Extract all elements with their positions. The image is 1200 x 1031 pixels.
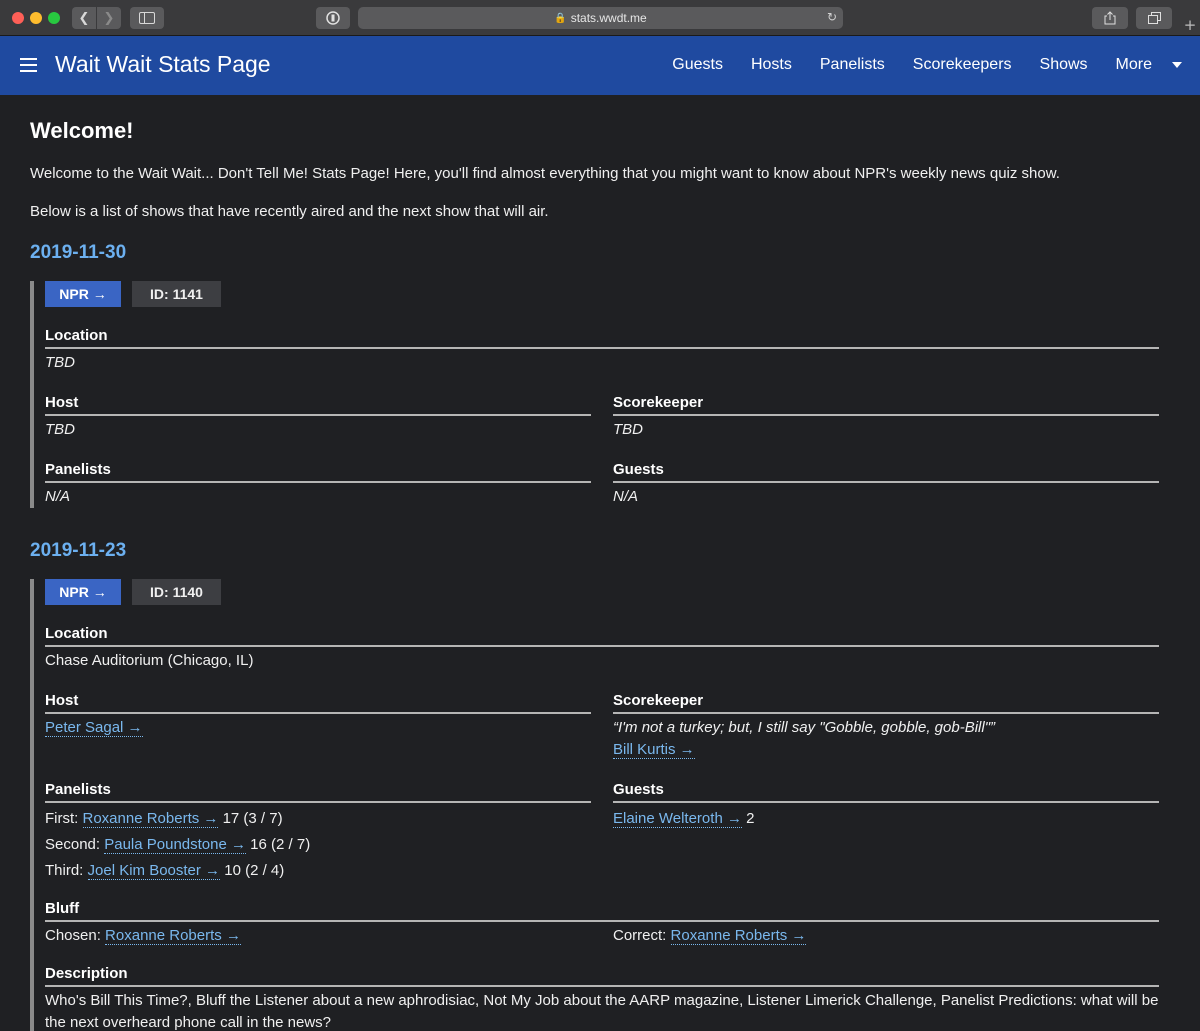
- nav-scorekeepers[interactable]: Scorekeepers: [913, 56, 1012, 74]
- minimize-window-button[interactable]: [30, 12, 42, 24]
- nav-hosts[interactable]: Hosts: [751, 56, 792, 74]
- guest-link[interactable]: Elaine Welteroth →: [613, 810, 742, 828]
- lock-icon: 🔒: [554, 12, 567, 24]
- privacy-button[interactable]: [316, 7, 350, 29]
- panelist-place: Second:: [45, 836, 101, 853]
- panelist-place: First:: [45, 810, 79, 827]
- close-window-button[interactable]: [12, 12, 24, 24]
- bluff-correct-link[interactable]: Roxanne Roberts →: [670, 927, 807, 945]
- npr-link-button[interactable]: NPR →: [45, 579, 121, 605]
- host-link[interactable]: Peter Sagal →: [45, 719, 143, 737]
- nav-guests[interactable]: Guests: [672, 56, 723, 74]
- reload-icon[interactable]: ↻: [827, 10, 837, 24]
- panelists-label: Panelists: [45, 781, 591, 803]
- panelists-value: N/A: [45, 488, 71, 505]
- back-button[interactable]: ❮: [72, 7, 96, 29]
- sidebar-icon: [139, 12, 155, 24]
- chevron-right-icon: ❯: [103, 10, 115, 26]
- guest-row: Elaine Welteroth → 2: [613, 806, 1159, 832]
- nav-links: Guests Hosts Panelists Scorekeepers Show…: [644, 56, 1182, 74]
- scorekeeper-value: TBD: [613, 421, 643, 438]
- sidebar-toggle-button[interactable]: [130, 7, 164, 29]
- tab-overview-button[interactable]: [1136, 7, 1172, 29]
- maximize-window-button[interactable]: [48, 12, 60, 24]
- site-navbar: Wait Wait Stats Page Guests Hosts Paneli…: [0, 36, 1200, 95]
- bluff-chosen-label: Chosen:: [45, 927, 101, 944]
- panelist-link[interactable]: Paula Poundstone →: [104, 836, 246, 854]
- host-value: TBD: [45, 421, 75, 438]
- panelist-score: 10 (2 / 4): [224, 862, 285, 879]
- scorekeeper-quote: “I'm not a turkey; but, I still say "Gob…: [613, 719, 996, 736]
- address-url: stats.wwdt.me: [570, 11, 647, 25]
- panelist-link[interactable]: Joel Kim Booster →: [87, 862, 221, 880]
- panelist-place: Third:: [45, 862, 84, 879]
- bluff-label: Bluff: [45, 900, 1159, 922]
- nav-shows[interactable]: Shows: [1040, 56, 1088, 74]
- scorekeeper-label: Scorekeeper: [613, 692, 1159, 714]
- npr-link-button[interactable]: NPR →: [45, 281, 121, 307]
- scorekeeper-link[interactable]: Bill Kurtis →: [613, 741, 695, 759]
- panelist-row: Third: Joel Kim Booster → 10 (2 / 4): [45, 858, 591, 884]
- show-card: NPR → ID: 1141 Location TBD Host TBD Sco…: [30, 281, 1159, 508]
- nav-panelists[interactable]: Panelists: [820, 56, 885, 74]
- show-card: NPR → ID: 1140 Location Chase Auditorium…: [30, 579, 1159, 1031]
- page-title: Welcome!: [30, 118, 134, 143]
- panelist-score: 17 (3 / 7): [222, 810, 283, 827]
- forward-button[interactable]: ❯: [97, 7, 121, 29]
- bluff-chosen: Chosen: Roxanne Roberts →: [45, 925, 591, 947]
- bluff-chosen-link[interactable]: Roxanne Roberts →: [105, 927, 241, 945]
- caret-down-icon[interactable]: [1172, 62, 1182, 68]
- location-value: Chase Auditorium (Chicago, IL): [45, 652, 254, 669]
- host-label: Host: [45, 692, 591, 714]
- chevron-left-icon: ❮: [78, 10, 90, 26]
- site-title[interactable]: Wait Wait Stats Page: [55, 51, 271, 78]
- host-label: Host: [45, 394, 591, 416]
- nav-more[interactable]: More: [1116, 56, 1152, 74]
- menu-icon[interactable]: [20, 58, 37, 72]
- new-tab-icon[interactable]: +: [1180, 15, 1200, 35]
- panelists-label: Panelists: [45, 461, 591, 483]
- guest-score: 2: [746, 810, 755, 827]
- main-content: Welcome! Welcome to the Wait Wait... Don…: [30, 95, 1170, 1031]
- intro-text-2: Below is a list of shows that have recen…: [30, 203, 549, 220]
- scorekeeper-label: Scorekeeper: [613, 394, 1159, 416]
- guests-value: N/A: [613, 488, 639, 505]
- guests-label: Guests: [613, 781, 1159, 803]
- guests-label: Guests: [613, 461, 1159, 483]
- location-value: TBD: [45, 354, 75, 371]
- intro-text: Welcome to the Wait Wait... Don't Tell M…: [30, 165, 1060, 182]
- show-id-badge: ID: 1140: [132, 579, 221, 605]
- description-label: Description: [45, 965, 1159, 987]
- panelist-score: 16 (2 / 7): [250, 836, 311, 853]
- privacy-shield-icon: [326, 11, 340, 25]
- show-date-heading[interactable]: 2019-11-23: [30, 540, 1170, 562]
- location-label: Location: [45, 327, 1159, 349]
- tabs-icon: [1147, 12, 1161, 24]
- share-button[interactable]: [1092, 7, 1128, 29]
- panelist-row: First: Roxanne Roberts → 17 (3 / 7): [45, 806, 591, 832]
- bluff-correct: Correct: Roxanne Roberts →: [613, 925, 1159, 947]
- panelist-row: Second: Paula Poundstone → 16 (2 / 7): [45, 832, 591, 858]
- panelist-link[interactable]: Roxanne Roberts →: [82, 810, 219, 828]
- show-id-badge: ID: 1141: [132, 281, 221, 307]
- share-icon: [1104, 11, 1116, 25]
- description-value: Who's Bill This Time?, Bluff the Listene…: [45, 992, 1159, 1031]
- show-date-heading[interactable]: 2019-11-30: [30, 242, 1170, 264]
- address-bar[interactable]: 🔒 stats.wwdt.me ↻: [358, 7, 843, 29]
- location-label: Location: [45, 625, 1159, 647]
- browser-toolbar: ❮ ❯ 🔒 stats.wwdt.me ↻ +: [0, 0, 1200, 36]
- bluff-correct-label: Correct:: [613, 927, 667, 944]
